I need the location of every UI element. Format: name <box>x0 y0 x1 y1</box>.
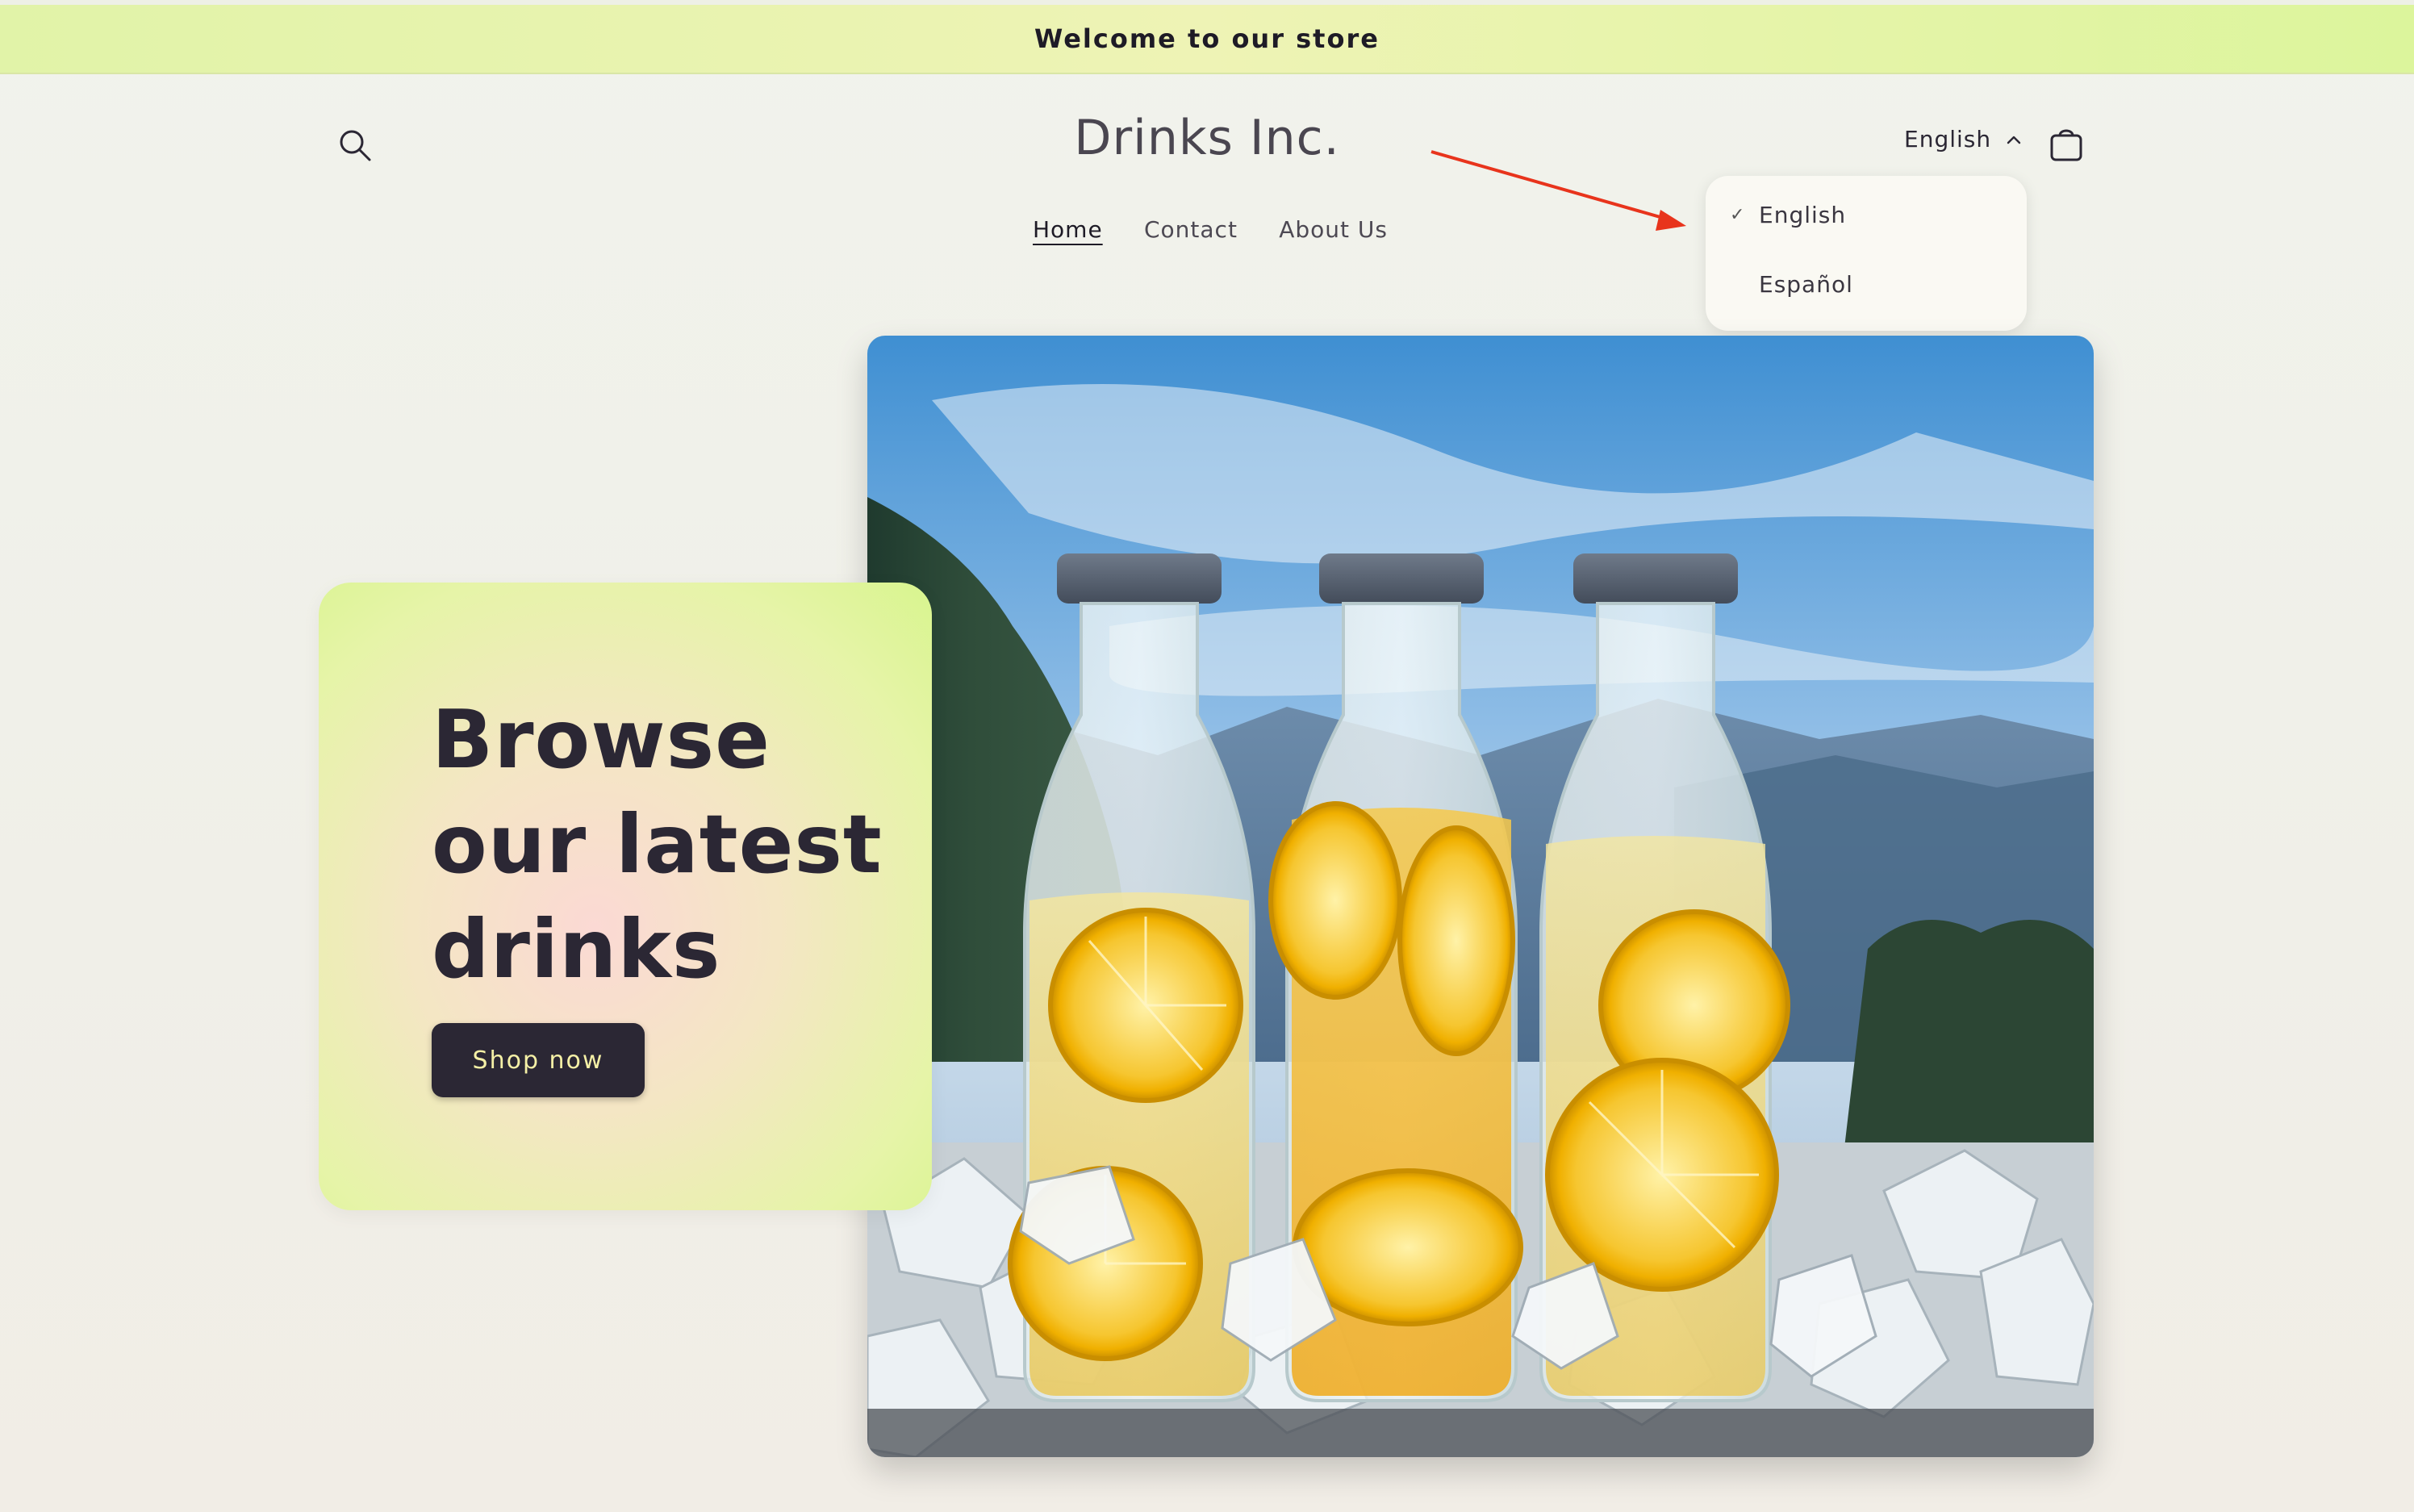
nav-about-us[interactable]: About Us <box>1279 216 1388 243</box>
nav-home[interactable]: Home <box>1033 216 1103 243</box>
hero-card: Browse our latest drinks Shop now <box>319 583 932 1210</box>
language-selector[interactable]: English <box>1904 126 2022 152</box>
language-dropdown: ✓ English Español <box>1706 176 2027 331</box>
search-button[interactable] <box>332 123 378 168</box>
announcement-text: Welcome to our store <box>1034 23 1380 54</box>
site-logo[interactable]: Drinks Inc. <box>965 110 1449 166</box>
language-current: English <box>1904 126 1992 152</box>
language-option-label: English <box>1759 202 1847 228</box>
language-option-espanol[interactable]: Español <box>1706 271 2027 340</box>
language-option-label: Español <box>1759 271 1853 298</box>
cart-button[interactable] <box>2043 121 2090 168</box>
cart-icon <box>2050 129 2082 161</box>
shop-now-button[interactable]: Shop now <box>432 1023 645 1097</box>
check-icon: ✓ <box>1730 205 1746 225</box>
nav-contact[interactable]: Contact <box>1144 216 1238 243</box>
hero-image <box>867 336 2094 1457</box>
chevron-up-icon <box>2007 136 2021 144</box>
hero-title: Browse our latest drinks <box>432 692 883 996</box>
lemonade-bottles-image <box>867 336 2094 1457</box>
main-nav: Home Contact About Us <box>1033 216 1388 243</box>
language-option-english[interactable]: ✓ English <box>1706 202 2027 271</box>
search-icon <box>340 130 371 161</box>
announcement-bar: Welcome to our store <box>0 0 2414 74</box>
